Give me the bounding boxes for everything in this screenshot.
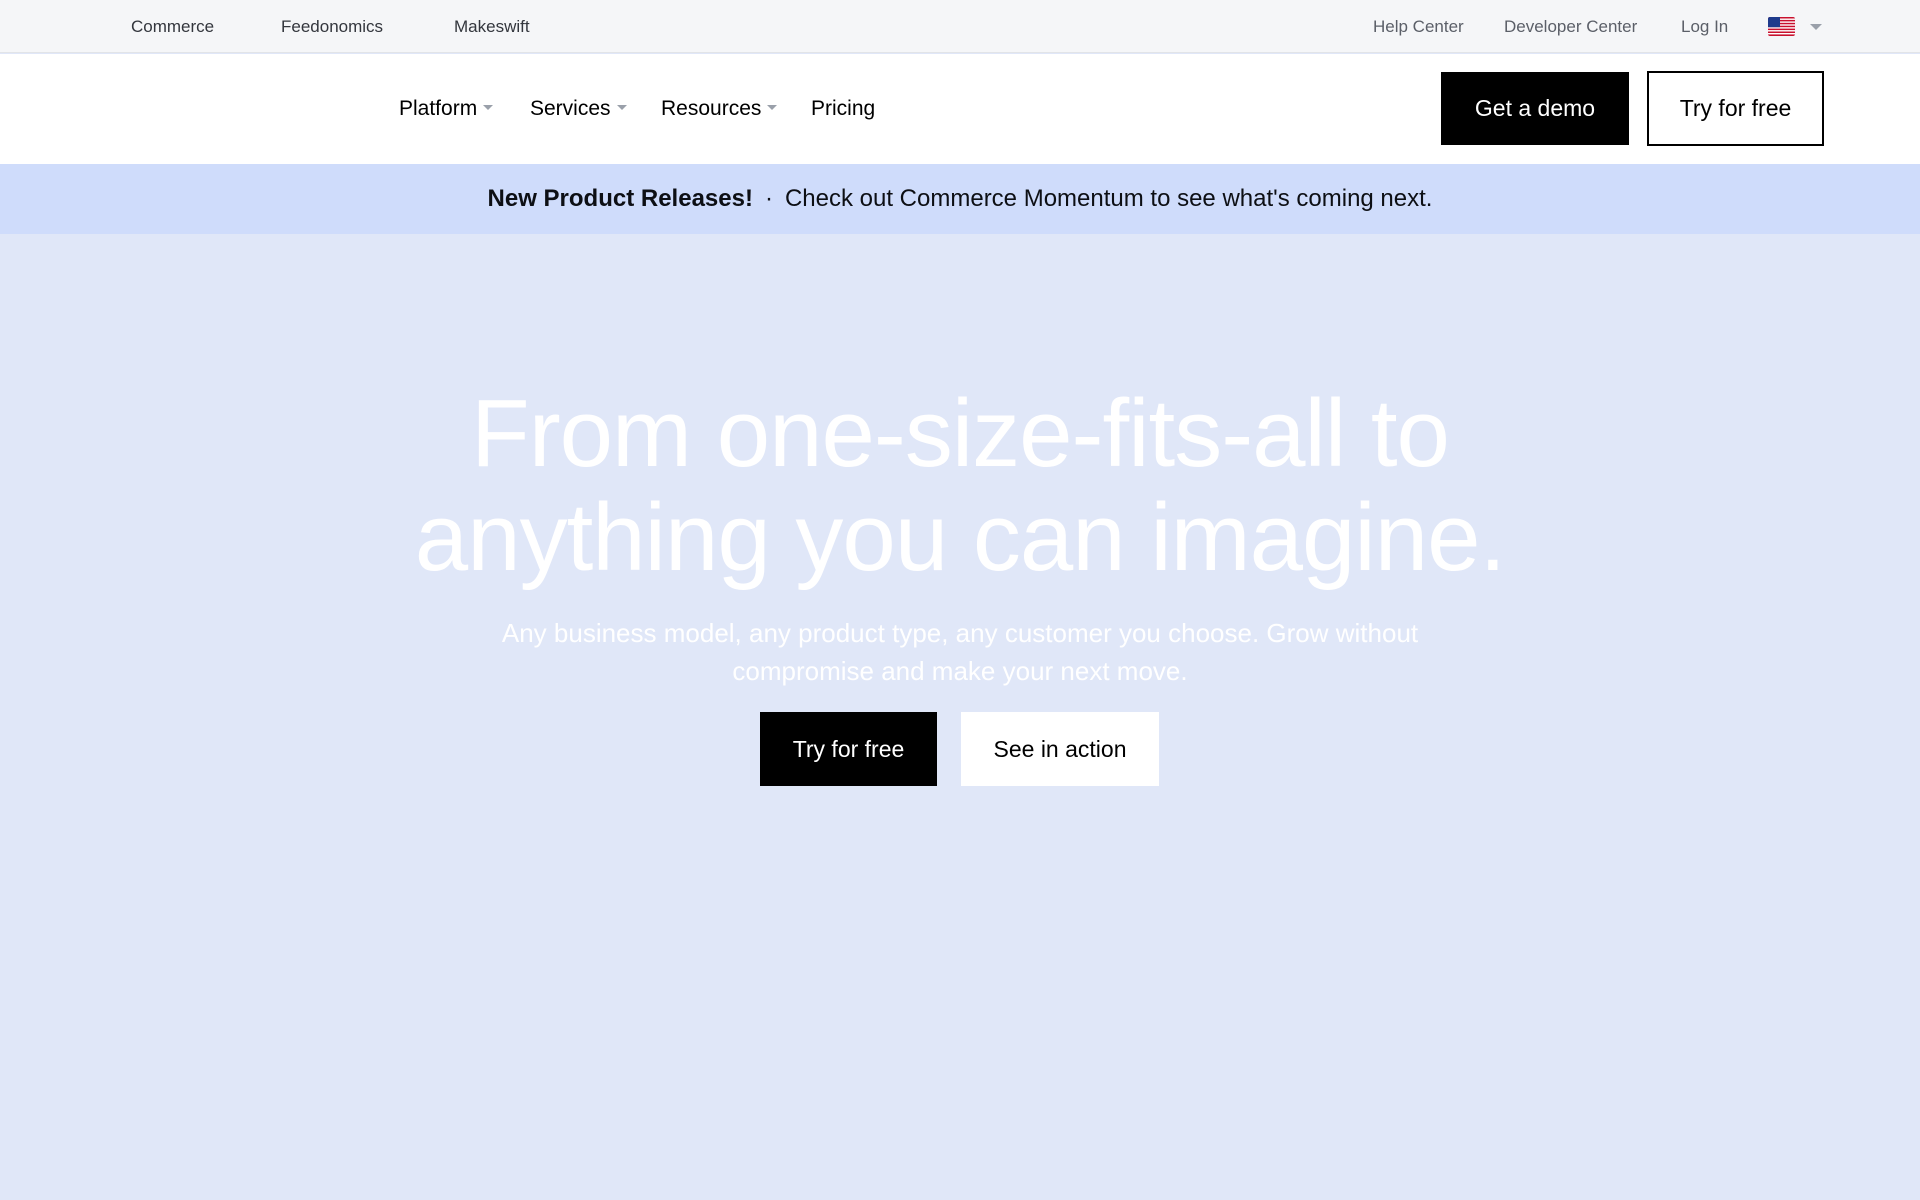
chevron-down-icon — [616, 105, 627, 111]
chevron-down-icon — [767, 105, 778, 111]
announcement-message-link[interactable]: Check out Commerce Momentum to see what'… — [785, 185, 1433, 212]
chevron-down-icon — [483, 105, 494, 111]
nav-item-label: Resources — [661, 97, 762, 120]
get-a-demo-button[interactable]: Get a demo — [1441, 72, 1629, 145]
see-in-action-button[interactable]: See in action — [961, 712, 1159, 786]
nav-item-services[interactable]: Services — [530, 54, 627, 164]
nav-item-pricing[interactable]: Pricing — [811, 54, 875, 164]
brand-link-feedonomics[interactable]: Feedonomics — [281, 0, 383, 53]
hero-subtitle: Any business model, any product type, an… — [501, 618, 1419, 686]
announcement-headline: New Product Releases! — [487, 185, 753, 212]
hero-title-line-1: From one-size-fits-all to — [471, 380, 1450, 487]
announcement-separator: · — [764, 185, 773, 212]
hero-title: From one-size-fits-all to anything you c… — [0, 382, 1920, 590]
hero-section: From one-size-fits-all to anything you c… — [0, 234, 1920, 1200]
locale-chevron-down-icon[interactable] — [1810, 24, 1822, 30]
developer-center-link[interactable]: Developer Center — [1504, 0, 1637, 53]
log-in-link[interactable]: Log In — [1681, 0, 1728, 53]
nav-item-platform[interactable]: Platform — [399, 54, 494, 164]
main-nav: Platform Services Resources Pricing Get … — [0, 54, 1920, 164]
try-for-free-hero-button[interactable]: Try for free — [760, 712, 937, 786]
us-flag-icon[interactable] — [1768, 17, 1795, 36]
try-for-free-nav-button[interactable]: Try for free — [1647, 71, 1824, 146]
nav-item-label: Platform — [399, 97, 478, 120]
utility-bar: Commerce Feedonomics Makeswift Help Cent… — [0, 0, 1920, 53]
hero-title-line-2: anything you can imagine. — [414, 484, 1506, 591]
nav-item-label: Pricing — [811, 97, 876, 120]
brand-link-makeswift[interactable]: Makeswift — [454, 0, 530, 53]
announcement-bar: New Product Releases! · Check out Commerce… — [0, 164, 1920, 234]
brand-link-commerce[interactable]: Commerce — [131, 0, 214, 53]
help-center-link[interactable]: Help Center — [1373, 0, 1464, 53]
nav-item-label: Services — [530, 97, 611, 120]
nav-item-resources[interactable]: Resources — [661, 54, 778, 164]
